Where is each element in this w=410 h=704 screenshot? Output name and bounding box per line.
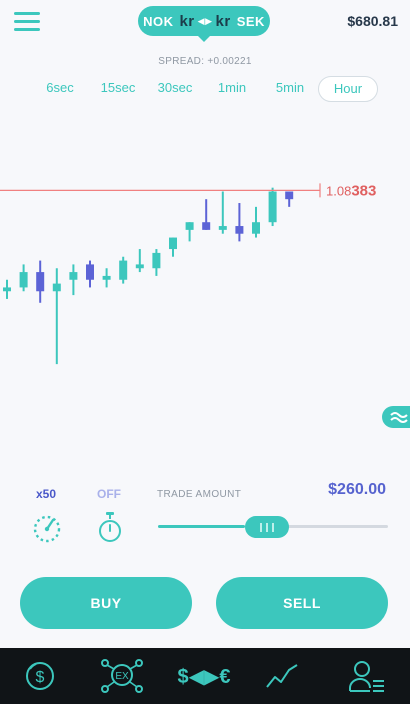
candle-body xyxy=(152,252,161,269)
tab-hour[interactable]: Hour xyxy=(318,76,378,102)
tab-1min[interactable]: 1min xyxy=(210,76,254,100)
buy-button[interactable]: BUY xyxy=(20,577,192,629)
swap-arrows-icon: ◀▶ xyxy=(197,15,213,26)
hamburger-line xyxy=(14,20,40,23)
timer-state[interactable]: OFF xyxy=(97,487,121,501)
waves-icon xyxy=(390,412,408,423)
slider-thumb[interactable] xyxy=(245,516,289,538)
candles-group xyxy=(3,187,294,365)
currency-pair-selector[interactable]: NOK kr ◀▶ kr SEK xyxy=(138,6,270,42)
base-symbol: kr xyxy=(179,12,195,30)
currency-exchange-icon[interactable]: $◀▶€ xyxy=(172,658,236,694)
candle-body xyxy=(102,275,111,280)
account-balance: $680.81 xyxy=(347,13,398,29)
exchange-badge-text: EX xyxy=(115,671,129,682)
slider-track-filled xyxy=(158,525,245,528)
timeframe-tabs: 6sec 15sec 30sec 1min 5min Hour xyxy=(0,76,410,102)
bottom-navigation: $ EX $◀▶€ xyxy=(0,648,410,704)
exchange-network-icon[interactable]: EX xyxy=(100,658,144,694)
candle-body xyxy=(268,191,277,223)
candle-body xyxy=(235,226,244,234)
candle-body xyxy=(86,264,94,280)
quote-symbol: kr xyxy=(215,12,231,30)
leverage-multiplier[interactable]: x50 xyxy=(36,487,56,501)
trade-amount-value: $260.00 xyxy=(328,481,386,498)
tab-30sec[interactable]: 30sec xyxy=(152,76,198,100)
tab-5min[interactable]: 5min xyxy=(268,76,312,100)
trade-amount-slider[interactable] xyxy=(158,516,388,538)
candle-body xyxy=(69,272,78,280)
tab-15sec[interactable]: 15sec xyxy=(95,76,141,100)
quote-currency: SEK xyxy=(236,13,265,29)
tab-6sec[interactable]: 6sec xyxy=(38,76,82,100)
candle-body xyxy=(185,222,194,230)
candle-body xyxy=(135,264,144,269)
candle-body xyxy=(119,260,128,280)
candle-body xyxy=(285,191,294,200)
menu-button[interactable] xyxy=(14,12,40,32)
currency-exchange-label: $◀▶€ xyxy=(177,665,231,688)
current-price-label: 1.08383 xyxy=(326,182,376,199)
dollar-glyph: $ xyxy=(36,669,45,686)
candle-body xyxy=(202,222,211,230)
trend-chart-icon[interactable] xyxy=(262,658,302,694)
candle-body xyxy=(3,287,11,292)
candle-body xyxy=(52,283,61,292)
hamburger-icon xyxy=(14,12,40,15)
candle-body xyxy=(218,226,227,230)
price-chart[interactable]: 1.08383 xyxy=(0,140,410,380)
hamburger-line xyxy=(14,28,40,31)
candle-body xyxy=(169,237,177,250)
sell-button[interactable]: SELL xyxy=(216,577,388,629)
dollar-coin-icon[interactable]: $ xyxy=(22,658,58,694)
candle-body xyxy=(252,222,260,234)
stopwatch-icon[interactable] xyxy=(96,510,124,546)
candle-body xyxy=(36,272,45,292)
base-currency: NOK xyxy=(143,13,174,29)
gauge-icon[interactable] xyxy=(32,512,62,544)
spread-label: SPREAD: +0.00221 xyxy=(158,56,252,67)
trade-amount-label: TRADE AMOUNT xyxy=(157,489,242,500)
side-panel-handle[interactable] xyxy=(382,406,410,428)
profile-list-icon[interactable] xyxy=(346,658,388,694)
candle-body xyxy=(19,272,28,288)
